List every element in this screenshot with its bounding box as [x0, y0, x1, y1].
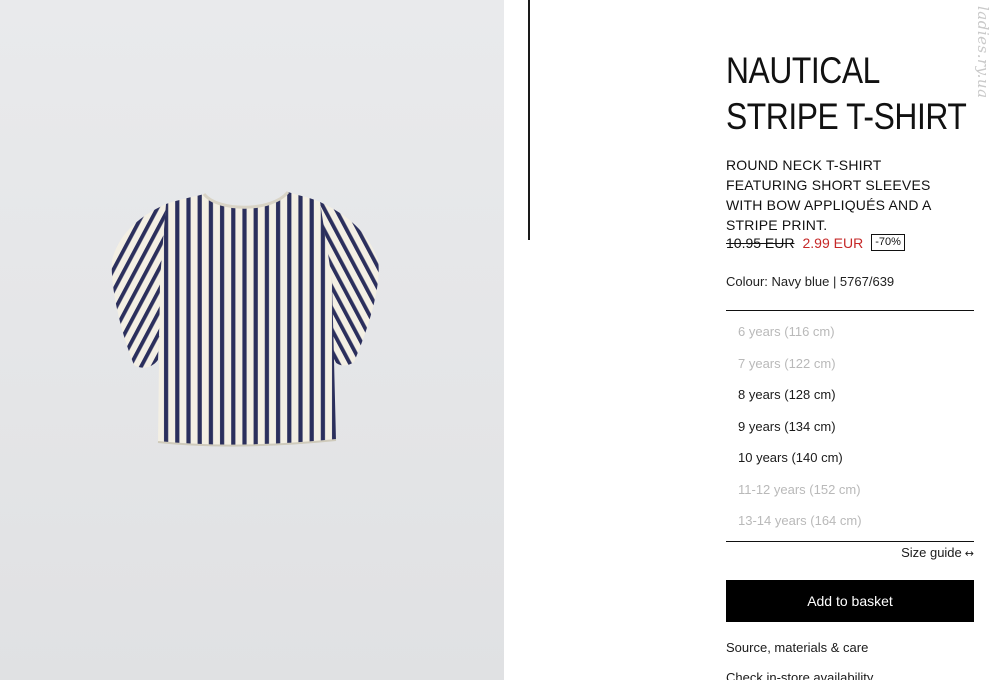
colour-reference: Colour: Navy blue | 5767/639 [726, 274, 895, 289]
size-option-7-years[interactable]: 7 years (122 cm) [726, 348, 974, 380]
size-option-8-years[interactable]: 8 years (128 cm) [726, 379, 974, 411]
original-price: 10.95 EUR [726, 234, 795, 251]
price-row: 10.95 EUR 2.99 EUR -70% [726, 234, 905, 251]
size-guide-label: Size guide [901, 545, 962, 560]
store-availability-link[interactable]: Check in-store availability [726, 670, 873, 680]
size-option-11-12-years[interactable]: 11-12 years (152 cm) [726, 474, 974, 506]
size-option-13-14-years[interactable]: 13-14 years (164 cm) [726, 505, 974, 537]
title-line-2: STRIPE T-SHIRT [726, 96, 967, 137]
product-title: NAUTICAL STRIPE T-SHIRT [726, 48, 967, 140]
materials-care-link[interactable]: Source, materials & care [726, 640, 868, 655]
size-guide-link[interactable]: Size guide ↔ [726, 545, 974, 560]
image-gap [504, 0, 528, 680]
size-option-10-years[interactable]: 10 years (140 cm) [726, 442, 974, 474]
title-line-1: NAUTICAL [726, 50, 880, 91]
product-image[interactable] [0, 0, 504, 680]
striped-tshirt-image [106, 190, 390, 455]
sale-price: 2.99 EUR [802, 234, 864, 251]
discount-badge: -70% [871, 234, 905, 251]
size-option-9-years[interactable]: 9 years (134 cm) [726, 411, 974, 443]
add-to-basket-button[interactable]: Add to basket [726, 580, 974, 622]
scroll-divider [528, 0, 530, 240]
arrows-width-icon: ↔ [964, 547, 974, 560]
watermark: ladies.ry.ua [974, 6, 992, 99]
size-option-6-years[interactable]: 6 years (116 cm) [726, 316, 974, 348]
size-selector: 6 years (116 cm) 7 years (122 cm) 8 year… [726, 310, 974, 542]
product-description: ROUND NECK T-SHIRT FEATURING SHORT SLEEV… [726, 157, 931, 233]
